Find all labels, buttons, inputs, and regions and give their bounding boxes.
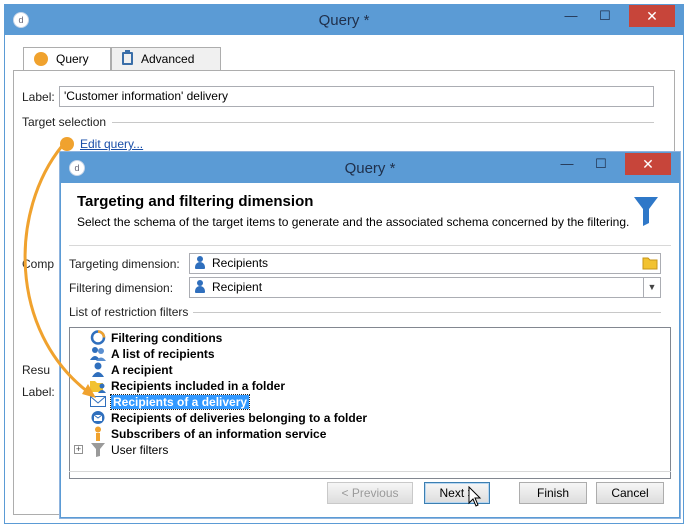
folder-recipients-icon (90, 381, 106, 393)
list-item[interactable]: Recipients included in a folder (90, 378, 285, 394)
list-item[interactable]: A recipient (90, 362, 173, 378)
delivery-envelope-icon (90, 396, 106, 407)
list-item[interactable]: Recipients of a delivery (90, 394, 251, 410)
filtering-dimension-select[interactable]: Recipient ▼ (189, 277, 661, 298)
query-window-titlebar[interactable]: d Query * — ☐ ✕ (5, 5, 683, 35)
header-subtitle: Select the schema of the target items to… (77, 215, 630, 229)
dialog-titlebar[interactable]: d Query * — ☐ ✕ (61, 153, 679, 183)
recipient-list-icon (90, 347, 106, 361)
partial-label-resu: Resu (22, 363, 51, 377)
dialog-footer: < Previous Next > Finish Cancel (69, 471, 671, 511)
funnel-icon (634, 197, 658, 226)
edit-query-link[interactable]: Edit query... (80, 137, 143, 151)
orange-dot-icon (60, 137, 74, 151)
section-divider (193, 312, 661, 313)
restriction-filters-list[interactable]: Filtering conditions A list of recipient… (69, 327, 671, 479)
tab-query[interactable]: Query (23, 47, 111, 72)
list-item[interactable]: A list of recipients (90, 346, 215, 362)
minimize-button[interactable]: — (557, 5, 585, 27)
section-divider (112, 122, 654, 123)
finish-button[interactable]: Finish (519, 482, 587, 504)
folder-icon[interactable] (642, 256, 658, 270)
expand-toggle[interactable]: + (74, 445, 83, 454)
close-button[interactable]: ✕ (629, 5, 675, 27)
orange-dot-icon (34, 52, 48, 66)
filtering-dimension-label: Filtering dimension: (69, 281, 174, 295)
clipboard-icon (122, 50, 133, 65)
minimize-button[interactable]: — (553, 153, 581, 175)
previous-button[interactable]: < Previous (327, 482, 413, 504)
dialog-header: Targeting and filtering dimension Select… (69, 187, 671, 246)
funnel-icon (91, 443, 105, 457)
cancel-button[interactable]: Cancel (596, 482, 664, 504)
recipient-icon (92, 362, 104, 377)
filtering-conditions-icon (90, 330, 106, 345)
tab-advanced-label: Advanced (141, 52, 195, 66)
list-item[interactable]: Recipients of deliveries belonging to a … (90, 410, 367, 426)
partial-label-comp: Comp (22, 257, 55, 271)
targeting-dimension-label: Targeting dimension: (69, 257, 180, 271)
targeting-dimension-field[interactable]: Recipients (189, 253, 661, 274)
chevron-down-icon[interactable]: ▼ (643, 278, 660, 297)
close-button[interactable]: ✕ (625, 153, 671, 175)
maximize-button[interactable]: ☐ (591, 5, 619, 27)
label-caption: Label: (22, 90, 55, 104)
query-dialog: d Query * — ☐ ✕ Targeting and filtering … (60, 152, 680, 518)
tab-query-label: Query (56, 52, 89, 66)
mouse-cursor-icon (468, 486, 482, 507)
label-input[interactable]: 'Customer information' delivery (59, 86, 654, 107)
target-selection-heading: Target selection (22, 115, 107, 129)
recipient-icon (194, 256, 206, 269)
tab-advanced[interactable]: Advanced (111, 47, 221, 71)
list-item[interactable]: Filtering conditions (90, 330, 222, 346)
dialog-body: Targeting dimension: Recipients Filterin… (69, 249, 671, 479)
recipient-icon (194, 280, 206, 293)
header-title: Targeting and filtering dimension (77, 193, 314, 210)
filters-caption: List of restriction filters (69, 305, 189, 319)
delivery-folder-icon (91, 411, 105, 424)
partial-label-label: Label: (22, 385, 55, 399)
targeting-dimension-value: Recipients (212, 256, 269, 270)
list-item[interactable]: Subscribers of an information service (90, 426, 326, 442)
filtering-dimension-value: Recipient (212, 280, 263, 294)
list-item[interactable]: User filters (90, 442, 168, 458)
subscriber-icon (95, 426, 101, 441)
maximize-button[interactable]: ☐ (587, 153, 615, 175)
